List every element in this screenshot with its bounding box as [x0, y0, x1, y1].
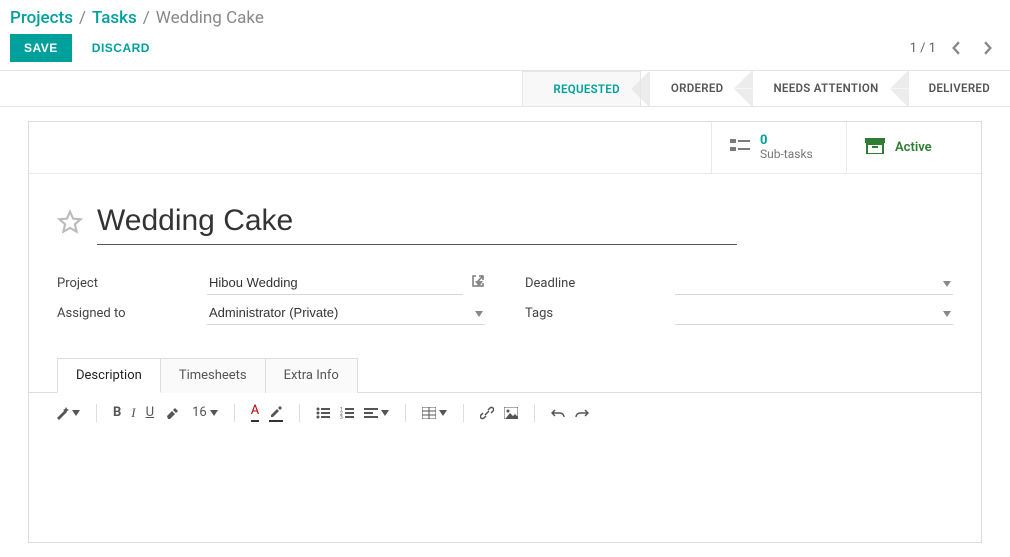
project-field[interactable]: [207, 271, 463, 295]
editor-clear-format-button[interactable]: [164, 406, 178, 420]
pager-prev[interactable]: [944, 36, 968, 60]
editor-undo-button[interactable]: [551, 407, 565, 419]
eraser-icon: [164, 406, 178, 420]
assigned-to-field[interactable]: [207, 301, 485, 325]
editor-underline-button[interactable]: U: [146, 405, 154, 420]
tab-extra-info[interactable]: Extra Info: [266, 358, 358, 393]
breadcrumb-tasks[interactable]: Tasks: [92, 8, 137, 28]
task-title-input[interactable]: [97, 202, 737, 245]
editor-link-button[interactable]: [480, 406, 494, 420]
editor-align-button[interactable]: [364, 407, 389, 419]
status-delivered[interactable]: DELIVERED: [899, 71, 1010, 106]
save-button[interactable]: SAVE: [10, 34, 72, 62]
pager-next[interactable]: [976, 36, 1000, 60]
editor-forecolor-button[interactable]: A: [251, 403, 259, 422]
editor-bold-button[interactable]: B: [113, 405, 121, 420]
undo-icon: [551, 407, 565, 419]
archive-icon: [865, 138, 885, 158]
editor-italic-button[interactable]: I: [131, 405, 135, 421]
redo-icon: [575, 407, 589, 419]
active-toggle-button[interactable]: Active: [846, 122, 981, 173]
tab-timesheets[interactable]: Timesheets: [161, 358, 266, 393]
form-sheet: 0 Sub-tasks Active Project: [28, 121, 982, 543]
priority-star[interactable]: [57, 209, 83, 239]
editor-style-button[interactable]: [55, 406, 80, 420]
editor-image-button[interactable]: [504, 407, 518, 419]
editor-redo-button[interactable]: [575, 407, 589, 419]
highlighter-icon: [269, 404, 283, 418]
status-ordered[interactable]: ORDERED: [641, 71, 744, 106]
editor-fontsize-value: 16: [192, 405, 207, 420]
subtasks-button[interactable]: 0 Sub-tasks: [711, 122, 846, 173]
table-icon: [422, 407, 436, 419]
active-label: Active: [895, 140, 932, 155]
external-link-icon: [471, 274, 485, 288]
subtasks-count: 0: [760, 134, 813, 147]
description-editor[interactable]: [29, 432, 981, 542]
breadcrumb-sep: /: [79, 8, 86, 28]
status-requested[interactable]: REQUESTED: [522, 71, 641, 106]
project-label: Project: [57, 276, 207, 291]
discard-button[interactable]: DISCARD: [86, 40, 156, 56]
editor-ol-button[interactable]: 123: [340, 407, 354, 419]
svg-text:3: 3: [340, 415, 343, 419]
statusbar: REQUESTED ORDERED NEEDS ATTENTION DELIVE…: [0, 71, 1010, 107]
chevron-right-icon: [983, 41, 993, 55]
caret-down-icon: [210, 410, 218, 416]
editor-ul-button[interactable]: [316, 407, 330, 419]
tags-field[interactable]: [675, 301, 953, 325]
breadcrumb-current: Wedding Cake: [156, 8, 264, 28]
pager: 1 / 1: [910, 36, 1000, 60]
magic-icon: [55, 406, 69, 420]
link-icon: [480, 406, 494, 420]
assigned-to-label: Assigned to: [57, 306, 207, 321]
subtasks-label: Sub-tasks: [760, 147, 813, 161]
image-icon: [504, 407, 518, 419]
editor-toolbar: B I U 16 A: [29, 392, 981, 432]
caret-down-icon: [72, 410, 80, 416]
align-icon: [364, 407, 378, 419]
list-ol-icon: 123: [340, 407, 354, 419]
list-ul-icon: [316, 407, 330, 419]
editor-fontsize-button[interactable]: 16: [192, 405, 218, 420]
tasks-icon: [730, 138, 750, 158]
chevron-left-icon: [951, 41, 961, 55]
editor-backcolor-button[interactable]: [269, 404, 283, 422]
project-external-link[interactable]: [471, 274, 485, 292]
star-icon: [57, 209, 83, 235]
breadcrumb-sep: /: [143, 8, 150, 28]
breadcrumb: Projects / Tasks / Wedding Cake: [10, 8, 1000, 28]
status-needs-attention[interactable]: NEEDS ATTENTION: [743, 71, 898, 106]
deadline-label: Deadline: [525, 276, 675, 291]
tags-label: Tags: [525, 306, 675, 321]
caret-down-icon: [381, 410, 389, 416]
pager-text: 1 / 1: [910, 41, 936, 56]
breadcrumb-projects[interactable]: Projects: [10, 8, 73, 28]
tab-description[interactable]: Description: [57, 358, 161, 393]
deadline-field[interactable]: [675, 271, 953, 295]
editor-table-button[interactable]: [422, 407, 447, 419]
caret-down-icon: [439, 410, 447, 416]
tabs: Description Timesheets Extra Info: [29, 339, 981, 392]
